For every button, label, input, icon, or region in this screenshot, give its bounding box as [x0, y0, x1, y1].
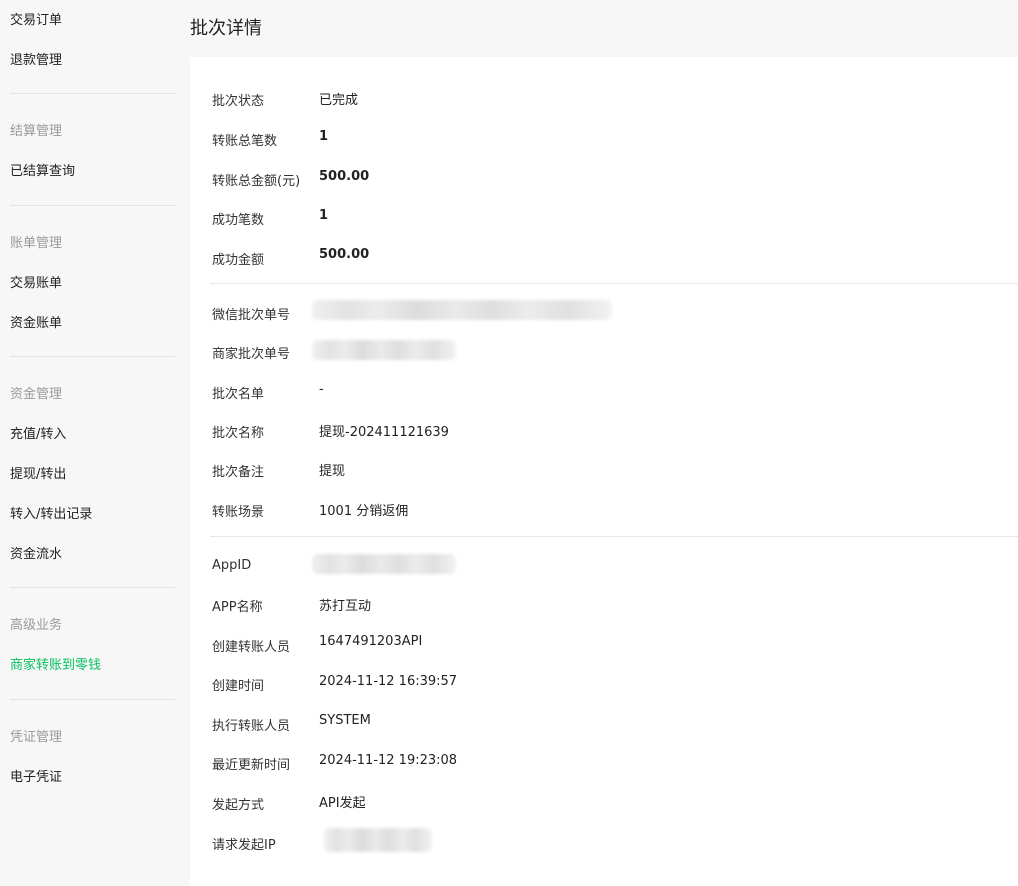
sidebar-item-fund-bill[interactable]: 资金账单 [10, 312, 62, 331]
sidebar-group-bills: 账单管理 [10, 236, 63, 251]
sidebar-group-funds: 资金管理 [10, 387, 63, 402]
create-time-label: 创建时间 [212, 679, 265, 694]
total-amount-value: 500.00 [319, 169, 370, 184]
sidebar-item-trade-bill[interactable]: 交易账单 [10, 272, 62, 291]
initiation-label: 发起方式 [212, 798, 265, 813]
total-count-label: 转账总笔数 [212, 134, 278, 149]
success-count-label: 成功笔数 [212, 213, 265, 228]
wechat-batch-no-label: 微信批次单号 [212, 308, 291, 323]
creator-value: 1647491203API [319, 634, 423, 649]
appid-value-redacted [312, 554, 456, 574]
batch-list-label: 批次名单 [212, 387, 265, 402]
sidebar-item-settled-query[interactable]: 已结算查询 [10, 160, 75, 179]
success-amount-label: 成功金额 [212, 253, 265, 268]
sidebar-item-trade-orders[interactable]: 交易订单 [10, 9, 62, 28]
wechat-batch-no-value-redacted [312, 300, 612, 320]
update-time-value: 2024-11-12 19:23:08 [319, 753, 458, 768]
batch-list-value: - [319, 382, 324, 397]
section-divider [210, 283, 1018, 284]
batch-status-value: 已完成 [319, 93, 359, 108]
page-title: 批次详情 [190, 18, 262, 39]
sidebar-item-fund-flow[interactable]: 资金流水 [10, 543, 62, 562]
appid-label: AppID [212, 558, 252, 573]
update-time-label: 最近更新时间 [212, 758, 291, 773]
success-amount-value: 500.00 [319, 247, 370, 262]
sidebar-item-e-voucher[interactable]: 电子凭证 [10, 766, 62, 785]
batch-remark-value: 提现 [319, 464, 346, 479]
sidebar-divider [10, 587, 175, 588]
batch-status-label: 批次状态 [212, 94, 265, 109]
batch-name-label: 批次名称 [212, 426, 265, 441]
sidebar-item-transfer-records[interactable]: 转入/转出记录 [10, 503, 92, 522]
transfer-scene-label: 转账场景 [212, 505, 265, 520]
initiation-value: API发起 [319, 796, 366, 811]
section-divider [210, 536, 1018, 537]
sidebar-group-vouchers: 凭证管理 [10, 730, 63, 745]
creator-label: 创建转账人员 [212, 640, 291, 655]
app-name-value: 苏打互动 [319, 599, 372, 614]
sidebar-item-refund-management[interactable]: 退款管理 [10, 49, 62, 68]
sidebar-group-settlement: 结算管理 [10, 124, 63, 139]
app-name-label: APP名称 [212, 600, 263, 615]
transfer-scene-value: 1001 分销返佣 [319, 504, 409, 519]
batch-detail-card: 批次状态 已完成 转账总笔数 1 转账总金额(元) 500.00 成功笔数 1 … [190, 57, 1018, 886]
total-count-value: 1 [319, 129, 329, 144]
sidebar-item-recharge[interactable]: 充值/转入 [10, 423, 66, 442]
sidebar-divider [10, 699, 175, 700]
sidebar-divider [10, 93, 175, 94]
request-ip-value-redacted [324, 828, 432, 852]
sidebar-item-merchant-transfer[interactable]: 商家转账到零钱 [10, 654, 101, 673]
sidebar-divider [10, 205, 175, 206]
executor-value: SYSTEM [319, 713, 371, 728]
batch-name-value: 提现-202411121639 [319, 425, 449, 440]
create-time-value: 2024-11-12 16:39:57 [319, 674, 458, 689]
sidebar-group-advanced: 高级业务 [10, 618, 63, 633]
batch-remark-label: 批次备注 [212, 465, 265, 480]
sidebar-divider [10, 356, 175, 357]
merchant-batch-no-label: 商家批次单号 [212, 347, 291, 362]
merchant-batch-no-value-redacted [312, 340, 456, 360]
request-ip-label: 请求发起IP [212, 838, 276, 853]
app-root: 交易订单 退款管理 结算管理 已结算查询 账单管理 交易账单 资金账单 资金管理… [0, 0, 1018, 886]
sidebar: 交易订单 退款管理 结算管理 已结算查询 账单管理 交易账单 资金账单 资金管理… [0, 0, 175, 886]
success-count-value: 1 [319, 208, 329, 223]
executor-label: 执行转账人员 [212, 719, 291, 734]
total-amount-label: 转账总金额(元) [212, 174, 301, 189]
sidebar-item-withdraw[interactable]: 提现/转出 [10, 463, 66, 482]
